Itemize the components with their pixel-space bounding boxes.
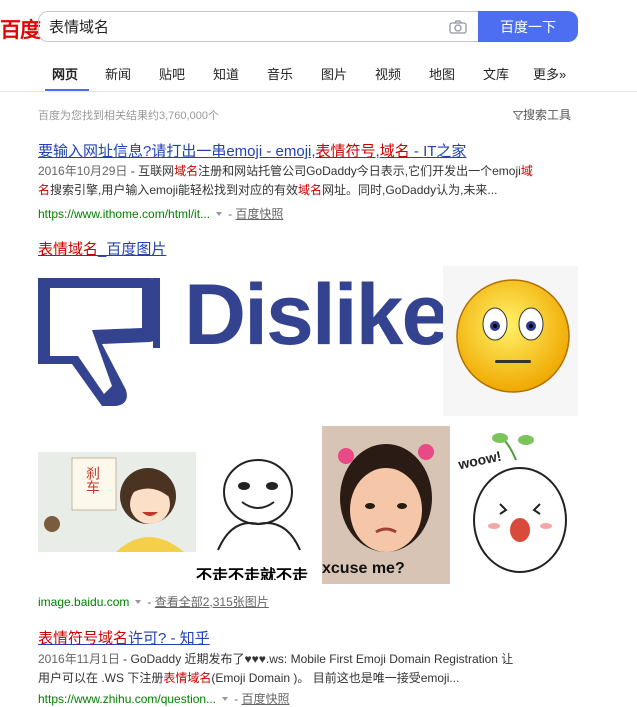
tab-news[interactable]: 新闻: [105, 64, 131, 83]
sprout-character-icon: [473, 433, 567, 573]
tab-music[interactable]: 音乐: [267, 64, 293, 83]
camera-icon[interactable]: [449, 20, 467, 34]
panda-meme-icon: [217, 459, 301, 551]
active-tab-indicator: [45, 89, 89, 91]
result-title-ithome[interactable]: 要输入网址信息?请打出一串emoji - emoji,表情符号,域名 - IT之…: [38, 140, 466, 161]
tab-zhidao[interactable]: 知道: [213, 64, 239, 83]
gallery-image-emoji-face[interactable]: [443, 266, 578, 416]
tab-more[interactable]: 更多»: [533, 64, 566, 83]
gallery-image-excuse-me[interactable]: xcuse me?: [322, 426, 450, 584]
search-box: [38, 11, 478, 42]
dislike-text: Dislike: [184, 267, 443, 363]
header: 百度 百度一下: [0, 0, 637, 55]
result-url-zhihu[interactable]: https://www.zhihu.com/question... - 百度快照: [38, 690, 289, 707]
filter-icon: [512, 111, 524, 121]
view-all-images-link[interactable]: 查看全部2,315张图片: [155, 595, 269, 609]
image-gallery: Dislike 刹车 不走不走就不走 xcuse me? woow!: [38, 266, 578, 586]
cartoon-girl-icon: [44, 457, 184, 552]
gallery-image-cartoon-girl[interactable]: 刹车: [38, 452, 196, 552]
result-count: 百度为您找到相关结果约3,760,000个: [38, 110, 219, 122]
tab-map[interactable]: 地图: [429, 64, 455, 83]
baidu-logo[interactable]: 百度: [0, 14, 41, 44]
tab-web[interactable]: 网页: [52, 64, 78, 83]
snapshot-link[interactable]: 百度快照: [235, 207, 283, 221]
neutral-face-icon: [456, 279, 570, 393]
snapshot-link[interactable]: 百度快照: [241, 692, 289, 706]
excuse-me-caption: xcuse me?: [322, 560, 405, 577]
search-button[interactable]: 百度一下: [478, 11, 578, 42]
gallery-image-woow[interactable]: woow!: [450, 426, 578, 584]
dropdown-arrow-icon[interactable]: [216, 212, 223, 217]
result-title-images[interactable]: 表情域名_百度图片: [38, 238, 166, 259]
sign-text: 刹车: [84, 466, 100, 494]
result-url-ithome[interactable]: https://www.ithome.com/html/it... - 百度快照: [38, 205, 283, 222]
search-input[interactable]: [47, 17, 431, 36]
gallery-image-dislike[interactable]: Dislike: [38, 266, 443, 416]
image-source[interactable]: image.baidu.com - 查看全部2,315张图片: [38, 593, 269, 610]
result-title-zhihu[interactable]: 表情符号域名许可? - 知乎: [38, 627, 210, 648]
search-tools-label: 搜索工具: [523, 108, 572, 122]
result-abstract-ithome: 2016年10月29日 - 互联网域名注册和网站托管公司GoDaddy今日表示,…: [38, 164, 533, 197]
nav-tabs: 网页 新闻 贴吧 知道 音乐 图片 视频 地图 文库 更多»: [0, 55, 637, 92]
tab-images[interactable]: 图片: [321, 64, 347, 83]
tab-tieba[interactable]: 贴吧: [159, 64, 185, 83]
search-tools[interactable]: 搜索工具: [512, 106, 572, 123]
dropdown-arrow-icon[interactable]: [135, 600, 142, 605]
tab-wenku[interactable]: 文库: [483, 64, 509, 83]
gallery-image-panda-meme[interactable]: 不走不走就不走: [196, 452, 322, 580]
tab-video[interactable]: 视频: [375, 64, 401, 83]
result-abstract-zhihu: 2016年11月1日 - GoDaddy 近期发布了♥♥♥.ws: Mobile…: [38, 652, 514, 685]
meme-caption: 不走不走就不走: [196, 566, 309, 580]
